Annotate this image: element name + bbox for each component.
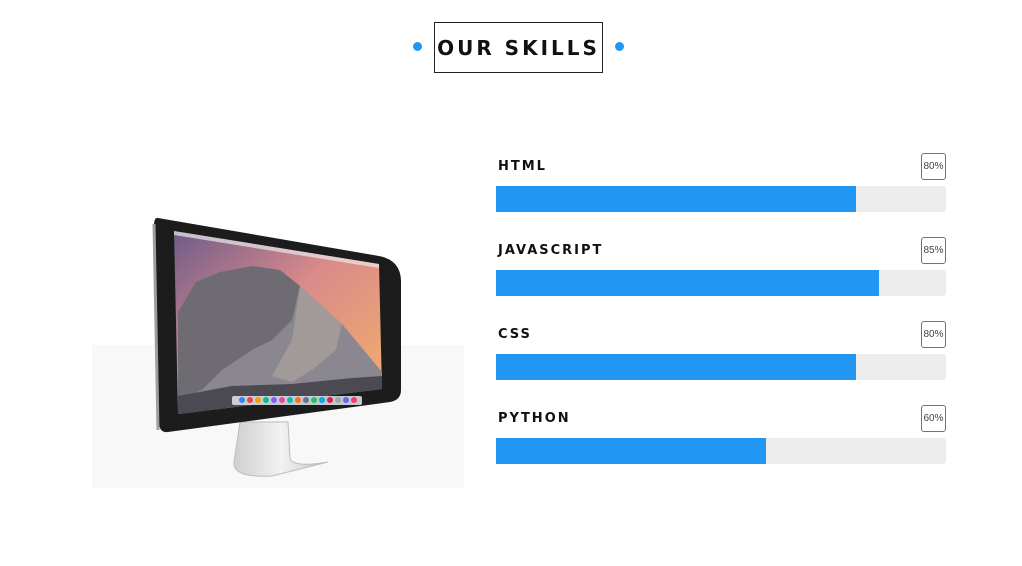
progress-fill <box>496 186 856 212</box>
skill-label: JAVASCRIPT <box>498 243 604 258</box>
section-title: OUR SKILLS <box>434 22 603 73</box>
skill-label: HTML <box>498 159 547 174</box>
skill-percent-badge: 85% <box>921 237 946 264</box>
skill-javascript: JAVASCRIPT 85% <box>496 237 946 297</box>
skill-python: PYTHON 60% <box>496 405 946 465</box>
skill-css: CSS 80% <box>496 321 946 381</box>
progress-fill <box>496 354 856 380</box>
progress-fill <box>496 270 879 296</box>
skill-label: PYTHON <box>498 411 571 426</box>
skill-html: HTML 80% <box>496 153 946 213</box>
skill-percent-badge: 80% <box>921 153 946 180</box>
progress-track <box>496 270 946 296</box>
progress-track <box>496 438 946 464</box>
bullet-dot-left <box>413 42 422 51</box>
progress-track <box>496 354 946 380</box>
bullet-dot-right <box>615 42 624 51</box>
skill-label: CSS <box>498 327 532 342</box>
progress-track <box>496 186 946 212</box>
monitor-image <box>92 200 464 488</box>
progress-fill <box>496 438 766 464</box>
skill-percent-badge: 60% <box>921 405 946 432</box>
section-header: OUR SKILLS <box>0 22 1022 74</box>
skill-percent-badge: 80% <box>921 321 946 348</box>
monitor-icon <box>152 217 401 477</box>
